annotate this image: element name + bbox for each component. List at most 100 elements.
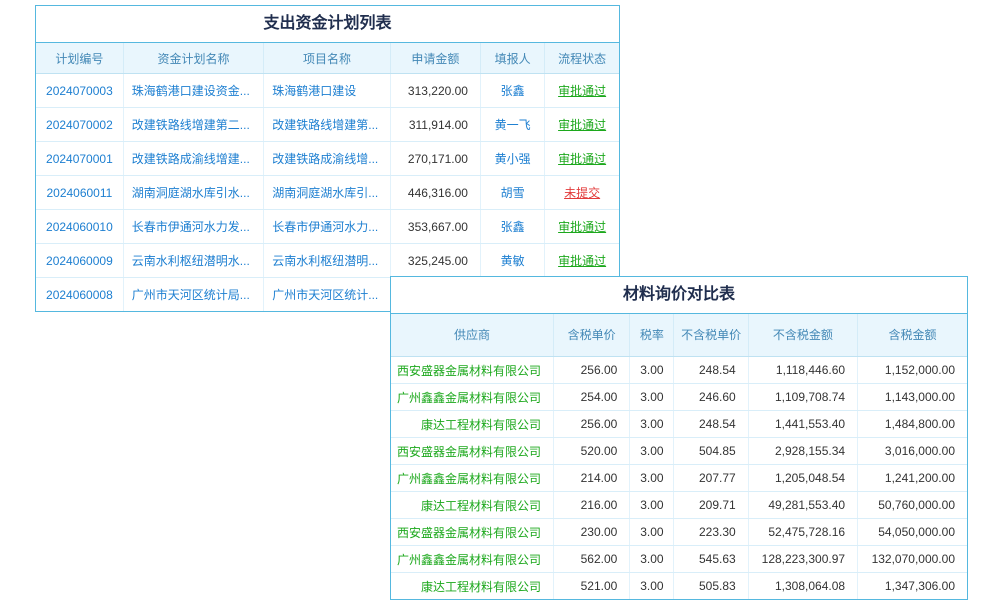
expense-plan-table: 计划编号 资金计划名称 项目名称 申请金额 填报人 流程状态 202407000… bbox=[36, 43, 619, 311]
col-header-supplier: 供应商 bbox=[391, 314, 554, 357]
cell-tax-rate: 3.00 bbox=[630, 546, 674, 573]
cell-flow-status[interactable]: 审批通过 bbox=[545, 210, 619, 244]
col-header-apply-amount: 申请金额 bbox=[390, 43, 480, 74]
cell-amount-ex: 128,223,300.97 bbox=[748, 546, 857, 573]
cell-flow-status[interactable]: 未提交 bbox=[545, 176, 619, 210]
cell-plan-name[interactable]: 改建铁路成渝线增建... bbox=[123, 142, 263, 176]
material-quote-panel: 材料询价对比表 供应商 含税单价 税率 不含税单价 不含税金额 含税金额 西安盛… bbox=[390, 276, 968, 600]
cell-plan-id[interactable]: 2024060008 bbox=[36, 278, 123, 312]
cell-project-name[interactable]: 改建铁路线增建第... bbox=[264, 108, 390, 142]
cell-flow-status[interactable]: 审批通过 bbox=[545, 142, 619, 176]
cell-plan-name[interactable]: 珠海鹤港口建设资金... bbox=[123, 74, 263, 108]
cell-flow-status[interactable]: 审批通过 bbox=[545, 244, 619, 278]
cell-unit-price-inc: 230.00 bbox=[554, 519, 630, 546]
cell-amount-inc: 1,484,800.00 bbox=[858, 411, 967, 438]
cell-plan-name[interactable]: 改建铁路线增建第二... bbox=[123, 108, 263, 142]
col-header-flow-status: 流程状态 bbox=[545, 43, 619, 74]
cell-supplier: 西安盛器金属材料有限公司 bbox=[391, 357, 554, 384]
cell-reporter[interactable]: 黄一飞 bbox=[480, 108, 544, 142]
material-quote-table: 供应商 含税单价 税率 不含税单价 不含税金额 含税金额 西安盛器金属材料有限公… bbox=[391, 314, 967, 599]
cell-tax-rate: 3.00 bbox=[630, 411, 674, 438]
cell-plan-name[interactable]: 湖南洞庭湖水库引水... bbox=[123, 176, 263, 210]
cell-amount-inc: 132,070,000.00 bbox=[858, 546, 967, 573]
cell-reporter[interactable]: 胡雪 bbox=[480, 176, 544, 210]
table-row: 西安盛器金属材料有限公司 230.00 3.00 223.30 52,475,7… bbox=[391, 519, 967, 546]
cell-project-name[interactable]: 云南水利枢纽潜明... bbox=[264, 244, 390, 278]
table-row: 康达工程材料有限公司 216.00 3.00 209.71 49,281,553… bbox=[391, 492, 967, 519]
cell-plan-id[interactable]: 2024060009 bbox=[36, 244, 123, 278]
cell-apply-amount: 311,914.00 bbox=[390, 108, 480, 142]
cell-tax-rate: 3.00 bbox=[630, 465, 674, 492]
table-row: 康达工程材料有限公司 256.00 3.00 248.54 1,441,553.… bbox=[391, 411, 967, 438]
cell-tax-rate: 3.00 bbox=[630, 384, 674, 411]
cell-plan-id[interactable]: 2024060010 bbox=[36, 210, 123, 244]
col-header-project-name: 项目名称 bbox=[264, 43, 390, 74]
cell-amount-inc: 1,152,000.00 bbox=[858, 357, 967, 384]
material-quote-title: 材料询价对比表 bbox=[391, 277, 967, 314]
col-header-unit-price-inc: 含税单价 bbox=[554, 314, 630, 357]
table-row: 2024070002 改建铁路线增建第二... 改建铁路线增建第... 311,… bbox=[36, 108, 619, 142]
cell-unit-price-inc: 216.00 bbox=[554, 492, 630, 519]
cell-amount-inc: 1,241,200.00 bbox=[858, 465, 967, 492]
cell-plan-id[interactable]: 2024070001 bbox=[36, 142, 123, 176]
cell-unit-price-inc: 520.00 bbox=[554, 438, 630, 465]
table-row: 西安盛器金属材料有限公司 520.00 3.00 504.85 2,928,15… bbox=[391, 438, 967, 465]
cell-amount-ex: 1,308,064.08 bbox=[748, 573, 857, 600]
cell-unit-price-ex: 209.71 bbox=[674, 492, 748, 519]
cell-plan-name[interactable]: 云南水利枢纽潜明水... bbox=[123, 244, 263, 278]
cell-flow-status[interactable]: 审批通过 bbox=[545, 108, 619, 142]
cell-unit-price-inc: 562.00 bbox=[554, 546, 630, 573]
cell-apply-amount: 353,667.00 bbox=[390, 210, 480, 244]
cell-plan-name[interactable]: 长春市伊通河水力发... bbox=[123, 210, 263, 244]
cell-supplier: 康达工程材料有限公司 bbox=[391, 492, 554, 519]
cell-reporter[interactable]: 张鑫 bbox=[480, 74, 544, 108]
table-row: 广州鑫鑫金属材料有限公司 214.00 3.00 207.77 1,205,04… bbox=[391, 465, 967, 492]
cell-tax-rate: 3.00 bbox=[630, 492, 674, 519]
cell-supplier: 广州鑫鑫金属材料有限公司 bbox=[391, 465, 554, 492]
cell-project-name[interactable]: 湖南洞庭湖水库引... bbox=[264, 176, 390, 210]
expense-plan-panel: 支出资金计划列表 计划编号 资金计划名称 项目名称 申请金额 填报人 流程状态 … bbox=[35, 5, 620, 312]
cell-plan-name[interactable]: 广州市天河区统计局... bbox=[123, 278, 263, 312]
cell-supplier: 广州鑫鑫金属材料有限公司 bbox=[391, 546, 554, 573]
table-row: 2024070003 珠海鹤港口建设资金... 珠海鹤港口建设 313,220.… bbox=[36, 74, 619, 108]
cell-unit-price-ex: 248.54 bbox=[674, 411, 748, 438]
cell-plan-id[interactable]: 2024060011 bbox=[36, 176, 123, 210]
table-row: 2024060010 长春市伊通河水力发... 长春市伊通河水力... 353,… bbox=[36, 210, 619, 244]
cell-project-name[interactable]: 广州市天河区统计... bbox=[264, 278, 390, 312]
col-header-amount-inc: 含税金额 bbox=[858, 314, 967, 357]
cell-unit-price-inc: 521.00 bbox=[554, 573, 630, 600]
cell-reporter[interactable]: 黄敏 bbox=[480, 244, 544, 278]
cell-project-name[interactable]: 珠海鹤港口建设 bbox=[264, 74, 390, 108]
expense-header-row: 计划编号 资金计划名称 项目名称 申请金额 填报人 流程状态 bbox=[36, 43, 619, 74]
cell-amount-inc: 3,016,000.00 bbox=[858, 438, 967, 465]
cell-unit-price-inc: 254.00 bbox=[554, 384, 630, 411]
cell-amount-inc: 54,050,000.00 bbox=[858, 519, 967, 546]
table-row: 2024060009 云南水利枢纽潜明水... 云南水利枢纽潜明... 325,… bbox=[36, 244, 619, 278]
cell-unit-price-ex: 505.83 bbox=[674, 573, 748, 600]
cell-apply-amount: 313,220.00 bbox=[390, 74, 480, 108]
cell-unit-price-inc: 256.00 bbox=[554, 411, 630, 438]
cell-reporter[interactable]: 张鑫 bbox=[480, 210, 544, 244]
cell-amount-ex: 2,928,155.34 bbox=[748, 438, 857, 465]
cell-tax-rate: 3.00 bbox=[630, 438, 674, 465]
cell-reporter[interactable]: 黄小强 bbox=[480, 142, 544, 176]
cell-apply-amount: 446,316.00 bbox=[390, 176, 480, 210]
cell-tax-rate: 3.00 bbox=[630, 519, 674, 546]
cell-plan-id[interactable]: 2024070003 bbox=[36, 74, 123, 108]
col-header-plan-id: 计划编号 bbox=[36, 43, 123, 74]
cell-unit-price-ex: 504.85 bbox=[674, 438, 748, 465]
cell-amount-ex: 1,109,708.74 bbox=[748, 384, 857, 411]
table-row: 广州鑫鑫金属材料有限公司 254.00 3.00 246.60 1,109,70… bbox=[391, 384, 967, 411]
cell-amount-ex: 1,441,553.40 bbox=[748, 411, 857, 438]
cell-project-name[interactable]: 改建铁路成渝线增... bbox=[264, 142, 390, 176]
quote-header-row: 供应商 含税单价 税率 不含税单价 不含税金额 含税金额 bbox=[391, 314, 967, 357]
cell-plan-id[interactable]: 2024070002 bbox=[36, 108, 123, 142]
cell-apply-amount: 270,171.00 bbox=[390, 142, 480, 176]
cell-unit-price-ex: 223.30 bbox=[674, 519, 748, 546]
cell-flow-status[interactable]: 审批通过 bbox=[545, 74, 619, 108]
cell-unit-price-ex: 248.54 bbox=[674, 357, 748, 384]
cell-project-name[interactable]: 长春市伊通河水力... bbox=[264, 210, 390, 244]
table-row: 2024060011 湖南洞庭湖水库引水... 湖南洞庭湖水库引... 446,… bbox=[36, 176, 619, 210]
table-row: 康达工程材料有限公司 521.00 3.00 505.83 1,308,064.… bbox=[391, 573, 967, 600]
table-row: 西安盛器金属材料有限公司 256.00 3.00 248.54 1,118,44… bbox=[391, 357, 967, 384]
